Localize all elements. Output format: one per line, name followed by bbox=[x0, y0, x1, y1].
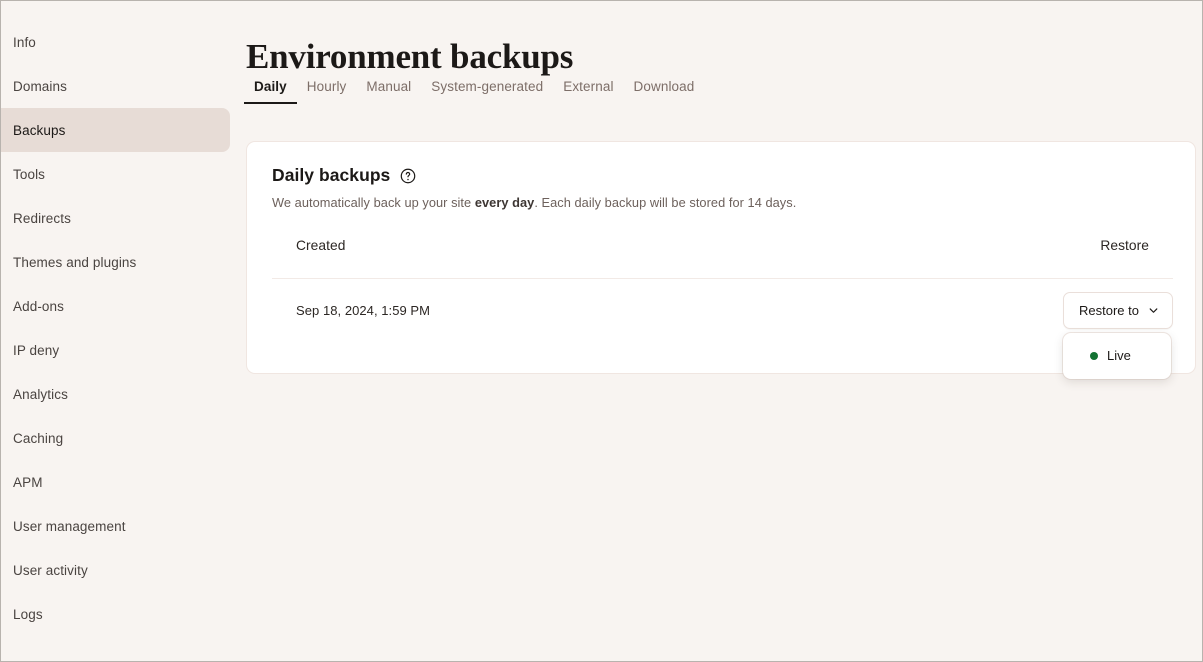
sidebar: Info Domains Backups Tools Redirects The… bbox=[1, 1, 230, 661]
sidebar-item-label: Caching bbox=[13, 431, 63, 446]
menu-item-live[interactable]: Live bbox=[1063, 343, 1171, 369]
page-title: Environment backups bbox=[246, 37, 573, 77]
sidebar-item-label: APM bbox=[13, 475, 43, 490]
restore-to-button[interactable]: Restore to bbox=[1063, 292, 1173, 329]
sidebar-item-label: Add-ons bbox=[13, 299, 64, 314]
tab-label: Manual bbox=[366, 79, 411, 94]
sidebar-item-label: Themes and plugins bbox=[13, 255, 136, 270]
column-header-created: Created bbox=[296, 238, 345, 253]
cell-created-date: Sep 18, 2024, 1:59 PM bbox=[296, 303, 430, 318]
sidebar-item-label: Analytics bbox=[13, 387, 68, 402]
tab-daily[interactable]: Daily bbox=[244, 79, 297, 104]
sidebar-item-apm[interactable]: APM bbox=[1, 460, 230, 504]
sidebar-item-label: IP deny bbox=[13, 343, 59, 358]
backup-type-tabs: Daily Hourly Manual System-generated Ext… bbox=[244, 79, 704, 104]
tab-manual[interactable]: Manual bbox=[356, 79, 421, 104]
sidebar-item-label: Redirects bbox=[13, 211, 71, 226]
card-description-strong: every day bbox=[475, 195, 535, 210]
card-description: We automatically back up your site every… bbox=[272, 195, 796, 210]
card-title: Daily backups bbox=[272, 165, 390, 186]
sidebar-item-label: User activity bbox=[13, 563, 88, 578]
sidebar-item-info[interactable]: Info bbox=[1, 20, 230, 64]
status-dot-icon bbox=[1090, 352, 1098, 360]
sidebar-item-ip-deny[interactable]: IP deny bbox=[1, 328, 230, 372]
sidebar-item-label: Tools bbox=[13, 167, 45, 182]
daily-backups-card: Daily backups We automatically back up y… bbox=[246, 141, 1196, 374]
table-header-row: Created Restore bbox=[272, 238, 1173, 279]
tab-label: Daily bbox=[254, 79, 287, 94]
sidebar-item-label: User management bbox=[13, 519, 126, 534]
restore-to-dropdown-menu: Live bbox=[1063, 333, 1171, 379]
sidebar-item-domains[interactable]: Domains bbox=[1, 64, 230, 108]
sidebar-item-user-activity[interactable]: User activity bbox=[1, 548, 230, 592]
sidebar-item-backups[interactable]: Backups bbox=[1, 108, 230, 152]
sidebar-item-themes-and-plugins[interactable]: Themes and plugins bbox=[1, 240, 230, 284]
sidebar-item-label: Logs bbox=[13, 607, 43, 622]
sidebar-item-label: Backups bbox=[13, 123, 65, 138]
card-header: Daily backups bbox=[272, 165, 416, 186]
tab-label: Download bbox=[634, 79, 695, 94]
main-content: Environment backups Daily Hourly Manual … bbox=[230, 1, 1202, 661]
sidebar-item-tools[interactable]: Tools bbox=[1, 152, 230, 196]
sidebar-item-label: Info bbox=[13, 35, 36, 50]
tab-external[interactable]: External bbox=[553, 79, 623, 104]
chevron-down-icon bbox=[1148, 305, 1159, 316]
tab-label: External bbox=[563, 79, 613, 94]
tab-download[interactable]: Download bbox=[624, 79, 705, 104]
restore-control: Restore to Live bbox=[1063, 292, 1173, 329]
column-header-restore: Restore bbox=[1100, 238, 1149, 253]
menu-item-label: Live bbox=[1107, 348, 1131, 363]
tab-label: System-generated bbox=[431, 79, 543, 94]
tab-hourly[interactable]: Hourly bbox=[297, 79, 357, 104]
card-description-suffix: . Each daily backup will be stored for 1… bbox=[534, 195, 796, 210]
tab-label: Hourly bbox=[307, 79, 347, 94]
sidebar-item-analytics[interactable]: Analytics bbox=[1, 372, 230, 416]
sidebar-item-redirects[interactable]: Redirects bbox=[1, 196, 230, 240]
sidebar-item-add-ons[interactable]: Add-ons bbox=[1, 284, 230, 328]
sidebar-item-label: Domains bbox=[13, 79, 67, 94]
restore-to-button-label: Restore to bbox=[1079, 303, 1139, 318]
backups-table: Created Restore Sep 18, 2024, 1:59 PM Re… bbox=[272, 238, 1173, 341]
help-circle-icon[interactable] bbox=[400, 168, 416, 184]
sidebar-item-user-management[interactable]: User management bbox=[1, 504, 230, 548]
app-window: Info Domains Backups Tools Redirects The… bbox=[0, 0, 1203, 662]
sidebar-item-logs[interactable]: Logs bbox=[1, 592, 230, 636]
tab-system-generated[interactable]: System-generated bbox=[421, 79, 553, 104]
table-row: Sep 18, 2024, 1:59 PM Restore to bbox=[272, 279, 1173, 341]
sidebar-item-caching[interactable]: Caching bbox=[1, 416, 230, 460]
card-description-prefix: We automatically back up your site bbox=[272, 195, 475, 210]
